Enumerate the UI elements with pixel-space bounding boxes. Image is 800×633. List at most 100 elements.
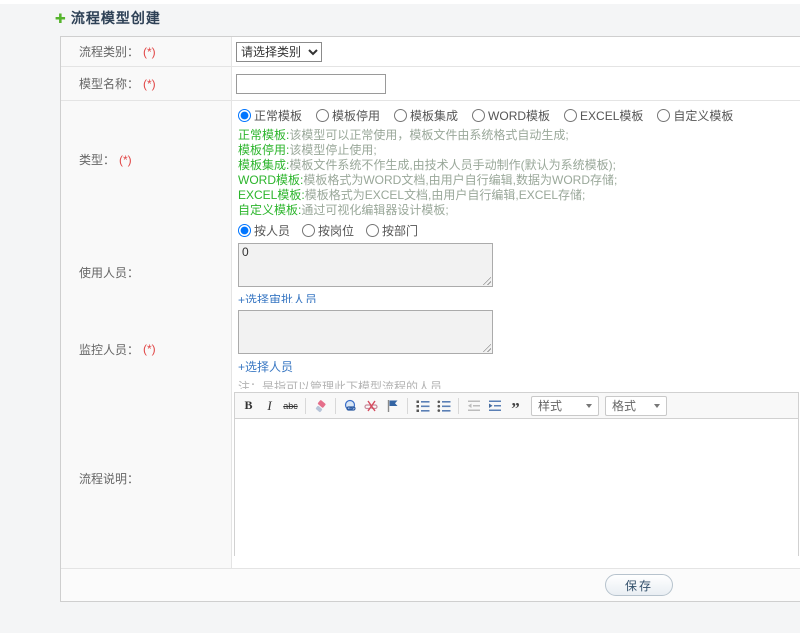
monitors-label-cell: 监控人员： (*)	[61, 303, 232, 395]
italic-button[interactable]: I	[260, 396, 279, 415]
type-radio[interactable]	[472, 109, 486, 122]
model-name-content-cell	[232, 67, 800, 100]
bulleted-list-button[interactable]	[434, 396, 453, 415]
users-textarea-wrap: 0	[238, 243, 493, 287]
type-option-normal[interactable]: 正常模板	[238, 107, 302, 124]
type-radio[interactable]	[394, 109, 408, 122]
row-model-name: 模型名称： (*)	[61, 67, 800, 101]
link-button[interactable]	[341, 396, 360, 415]
flag-icon	[387, 399, 398, 412]
select-people-link[interactable]: +选择人员	[238, 358, 293, 375]
outdent-button[interactable]	[464, 396, 483, 415]
toolbar-separator	[407, 397, 408, 414]
type-radio[interactable]	[657, 109, 671, 122]
type-radio-group: 正常模板 模板停用 模板集成 WORD模板 EXCEL模板 自定义模板	[232, 101, 800, 124]
outdent-icon	[467, 400, 480, 411]
toolbar-separator	[458, 397, 459, 414]
category-content-cell: 请选择类别	[232, 37, 800, 66]
toolbar-separator	[305, 397, 306, 414]
eraser-icon	[315, 399, 326, 412]
blockquote-button[interactable]: ”	[506, 396, 525, 418]
row-save: 保存	[61, 569, 800, 601]
users-textarea[interactable]: 0	[238, 243, 493, 287]
numbered-list-icon	[416, 400, 429, 412]
blockquote-icon: ”	[511, 399, 520, 418]
description-label-cell: 流程说明：	[61, 389, 232, 568]
bulleted-list-icon	[437, 400, 450, 412]
type-label-cell: 类型： (*)	[61, 101, 232, 218]
remove-format-button[interactable]	[311, 396, 330, 415]
type-radio[interactable]	[316, 109, 330, 122]
monitors-label: 监控人员：	[79, 342, 140, 357]
row-description: 流程说明： B I abc ” 样式 格式	[61, 389, 800, 569]
category-label-cell: 流程类别： (*)	[61, 37, 232, 66]
monitors-textarea[interactable]	[238, 310, 493, 354]
editor-toolbar: B I abc ” 样式 格式	[235, 393, 798, 419]
link-icon	[344, 399, 356, 411]
chevron-down-icon	[654, 403, 660, 408]
type-radio[interactable]	[564, 109, 578, 122]
users-radio-group: 按人员 按岗位 按部门	[232, 216, 800, 239]
toolbar-separator	[335, 397, 336, 414]
type-radio[interactable]	[238, 109, 251, 122]
strikethrough-icon: abc	[283, 400, 298, 411]
type-option-custom[interactable]: 自定义模板	[657, 107, 733, 124]
type-label: 类型：	[79, 153, 116, 167]
users-radio[interactable]	[302, 224, 316, 237]
type-option-excel[interactable]: EXCEL模板	[564, 107, 643, 124]
users-option-by-dept[interactable]: 按部门	[366, 222, 418, 239]
format-dropdown[interactable]: 格式	[605, 395, 667, 416]
description-label: 流程说明：	[79, 472, 140, 486]
type-description: 正常模板:该模型可以正常使用，模板文件由系统格式自动生成;	[238, 128, 569, 142]
plus-icon: ✚	[55, 10, 66, 26]
row-type: 类型： (*) 正常模板 模板停用 模板集成 WORD模板 EXCEL模板 自定…	[61, 101, 800, 218]
anchor-button[interactable]	[383, 396, 402, 415]
top-strip	[0, 0, 800, 4]
save-button[interactable]: 保存	[605, 574, 673, 596]
monitors-textarea-wrap	[238, 310, 493, 354]
users-option-by-post[interactable]: 按岗位	[302, 222, 354, 239]
bold-icon: B	[244, 398, 253, 412]
process-model-form: 流程类别： (*) 请选择类别 模型名称： (*) 类型： (*) 正常模板 模…	[60, 36, 800, 602]
row-users: 使用人员： 按人员 按岗位 按部门 0 +选择审批人员	[61, 216, 800, 328]
unlink-icon	[364, 400, 378, 411]
monitors-content-cell: +选择人员 注：是指可以管理此下模型流程的人员	[232, 303, 800, 395]
indent-button[interactable]	[485, 396, 504, 415]
indent-icon	[488, 400, 501, 411]
category-label: 流程类别：	[79, 45, 140, 59]
type-descriptions: 正常模板:该模型可以正常使用，模板文件由系统格式自动生成; 模板停用:该模型停止…	[232, 124, 800, 218]
users-option-by-person[interactable]: 按人员	[238, 222, 290, 239]
required-marker: (*)	[143, 44, 156, 59]
chevron-down-icon	[586, 403, 592, 408]
styles-dropdown[interactable]: 样式	[531, 395, 599, 416]
strikethrough-button[interactable]: abc	[281, 396, 300, 415]
row-monitors: 监控人员： (*) +选择人员 注：是指可以管理此下模型流程的人员	[61, 303, 800, 395]
required-marker: (*)	[119, 152, 132, 167]
users-radio[interactable]	[238, 224, 251, 237]
model-name-label: 模型名称：	[79, 77, 140, 91]
users-radio[interactable]	[366, 224, 380, 237]
italic-icon: I	[267, 397, 272, 413]
page-header: ✚ 流程模型创建	[55, 8, 161, 28]
type-description: WORD模板:模板格式为WORD文档,由用户自行编辑,数据为WORD存储;	[238, 173, 618, 187]
type-description: EXCEL模板:模板格式为EXCEL文档,由用户自行编辑,EXCEL存储;	[238, 188, 586, 202]
type-content-cell: 正常模板 模板停用 模板集成 WORD模板 EXCEL模板 自定义模板 正常模板…	[232, 101, 800, 218]
description-content-cell: B I abc ” 样式 格式	[232, 389, 800, 568]
category-select[interactable]: 请选择类别	[236, 42, 322, 62]
model-name-input[interactable]	[236, 74, 386, 94]
required-marker: (*)	[143, 342, 156, 356]
required-marker: (*)	[143, 76, 156, 91]
users-label: 使用人员：	[79, 265, 140, 280]
type-option-integrated[interactable]: 模板集成	[394, 107, 458, 124]
bold-button[interactable]: B	[239, 396, 258, 415]
page-title: 流程模型创建	[70, 10, 161, 26]
editor-content-area[interactable]	[235, 419, 798, 556]
type-option-disabled[interactable]: 模板停用	[316, 107, 380, 124]
type-option-word[interactable]: WORD模板	[472, 107, 550, 124]
type-description: 模板停用:该模型停止使用;	[238, 143, 377, 157]
rich-text-editor: B I abc ” 样式 格式	[234, 392, 799, 556]
type-description: 模板集成:模板文件系统不作生成,由技术人员手动制作(默认为系统模板);	[238, 158, 617, 172]
numbered-list-button[interactable]	[413, 396, 432, 415]
unlink-button[interactable]	[362, 396, 381, 415]
model-name-label-cell: 模型名称： (*)	[61, 67, 232, 100]
